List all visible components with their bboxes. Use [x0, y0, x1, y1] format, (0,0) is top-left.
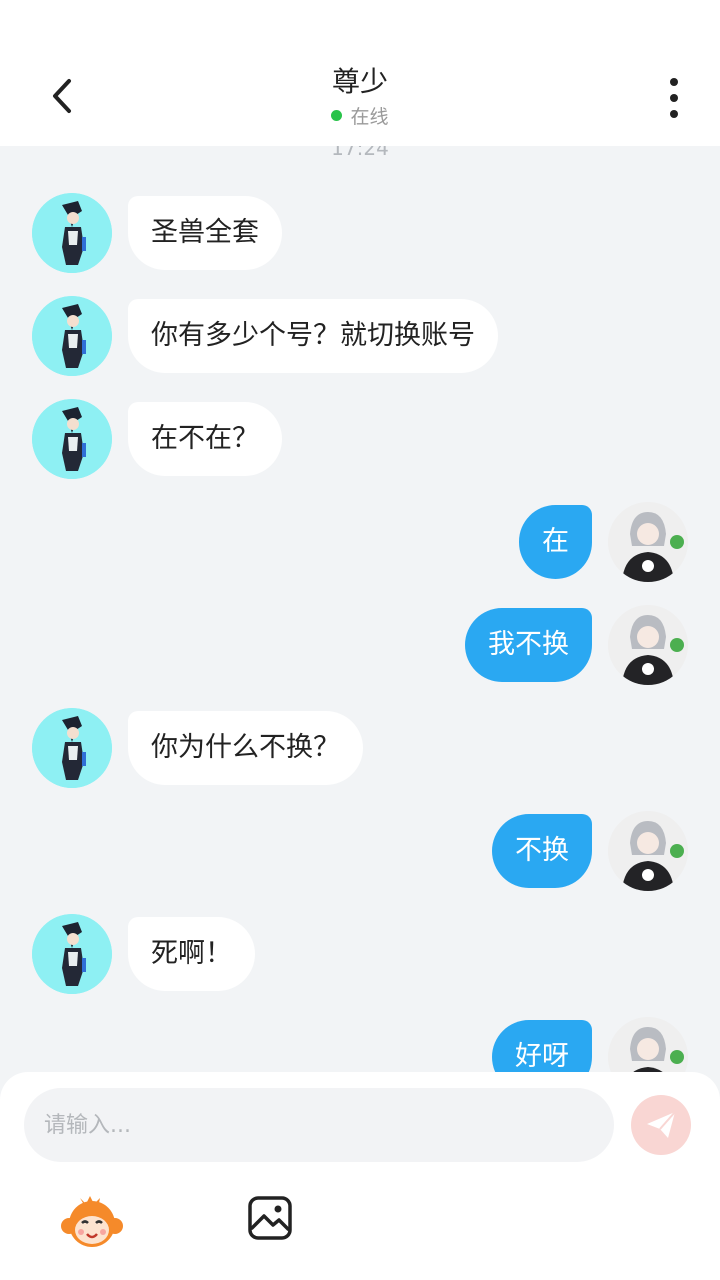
received-message-bubble[interactable]: 死啊！	[128, 917, 255, 991]
monkey-face-emoji-icon	[61, 1196, 123, 1247]
message-row-received: 你为什么不换？	[0, 708, 720, 788]
self-avatar[interactable]	[608, 502, 688, 582]
message-row-received: 在不在？	[0, 399, 720, 479]
contact-avatar[interactable]	[32, 914, 112, 994]
message-row-sent: 我不换	[0, 605, 720, 685]
received-message-bubble[interactable]: 你为什么不换？	[128, 711, 363, 785]
received-message-bubble[interactable]: 在不在？	[128, 402, 282, 476]
received-message-bubble[interactable]: 你有多少个号？就切换账号	[128, 299, 498, 373]
received-message-bubble[interactable]: 圣兽全套	[128, 196, 282, 270]
emoji-button[interactable]	[60, 1190, 124, 1254]
contact-avatar[interactable]	[32, 708, 112, 788]
gray-hair-girl-avatar-icon	[608, 605, 688, 685]
image-gallery-icon	[248, 1196, 292, 1240]
contact-name: 尊少	[331, 65, 388, 98]
message-composer	[0, 1072, 720, 1280]
gray-hair-girl-avatar-icon	[608, 811, 688, 891]
paper-plane-icon	[647, 1111, 676, 1138]
send-button[interactable]	[631, 1095, 691, 1155]
anime-character-avatar-icon	[32, 708, 112, 788]
message-input[interactable]	[24, 1088, 614, 1162]
more-dot-icon	[670, 78, 678, 86]
more-options-button[interactable]	[654, 74, 694, 122]
contact-avatar[interactable]	[32, 399, 112, 479]
online-status-label: 在线	[350, 106, 389, 128]
message-row-received: 圣兽全套	[0, 193, 720, 273]
sent-message-bubble[interactable]: 在	[519, 505, 592, 579]
online-dot-icon	[331, 110, 343, 121]
chat-header: 尊少 在线	[0, 0, 720, 146]
self-avatar[interactable]	[608, 605, 688, 685]
image-picker-button[interactable]	[246, 1194, 294, 1242]
gray-hair-girl-avatar-icon	[608, 502, 688, 582]
anime-character-avatar-icon	[32, 399, 112, 479]
sent-message-bubble[interactable]: 好呀	[492, 1020, 592, 1072]
self-avatar[interactable]	[608, 811, 688, 891]
message-row-received: 死啊！	[0, 914, 720, 994]
sent-message-bubble[interactable]: 不换	[492, 814, 592, 888]
sent-message-bubble[interactable]: 我不换	[465, 608, 592, 682]
chat-screen: 尊少 在线 17:24 圣兽全套 你有多少个号？就切换账号 在不在？ 在 我不换…	[0, 0, 720, 1280]
gray-hair-girl-avatar-icon	[608, 1017, 688, 1072]
anime-character-avatar-icon	[32, 914, 112, 994]
message-row-sent: 在	[0, 502, 720, 582]
message-timestamp: 17:24	[331, 146, 389, 160]
anime-character-avatar-icon	[32, 296, 112, 376]
more-dot-icon	[670, 94, 678, 102]
message-row-sent: 不换	[0, 811, 720, 891]
online-status: 在线	[331, 102, 389, 129]
self-avatar[interactable]	[608, 1017, 688, 1072]
contact-avatar[interactable]	[32, 296, 112, 376]
contact-avatar[interactable]	[32, 193, 112, 273]
more-dot-icon	[670, 110, 678, 118]
title-block: 尊少 在线	[0, 64, 720, 129]
anime-character-avatar-icon	[32, 193, 112, 273]
message-list[interactable]: 17:24 圣兽全套 你有多少个号？就切换账号 在不在？ 在 我不换 你为什么不…	[0, 146, 720, 1072]
message-row-received: 你有多少个号？就切换账号	[0, 296, 720, 376]
message-row-sent: 好呀	[0, 1017, 720, 1072]
